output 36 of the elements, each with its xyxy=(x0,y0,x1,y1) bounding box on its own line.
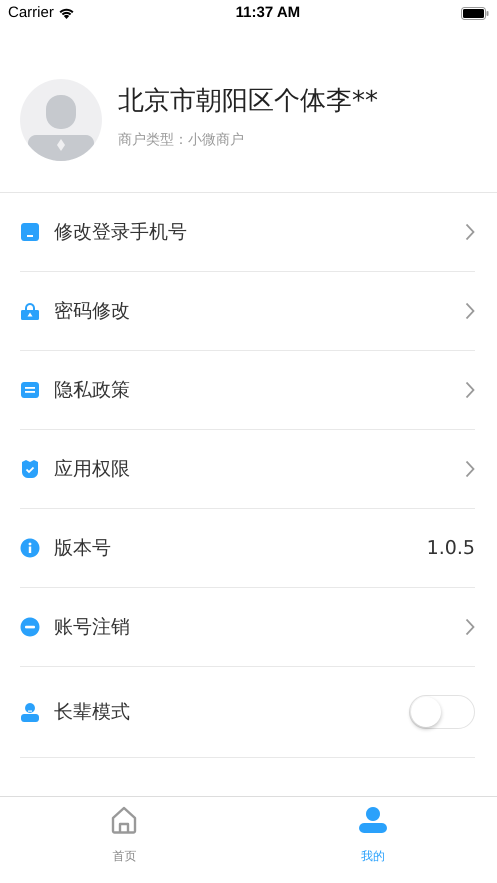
merchant-name: 北京市朝阳区个体李** xyxy=(118,87,378,116)
chevron-right-icon xyxy=(465,302,475,320)
menu-label: 应用权限 xyxy=(54,456,131,482)
menu-label: 修改登录手机号 xyxy=(54,220,188,245)
menu-label: 密码修改 xyxy=(54,298,131,324)
merchant-type: 商户类型：小微商户 xyxy=(118,130,245,150)
menu-item[interactable]: 修改登录手机号 xyxy=(20,193,475,272)
chevron-right-icon xyxy=(465,223,475,241)
toggle-switch[interactable] xyxy=(409,695,475,729)
tab[interactable]: 首页 xyxy=(0,797,248,883)
lock-icon xyxy=(20,301,40,321)
menu-item[interactable]: 长辈模式 xyxy=(20,667,475,758)
menu-item[interactable]: 账号注销 xyxy=(20,588,475,667)
version-number: 1.0.5 xyxy=(426,536,475,561)
chevron-right-icon xyxy=(465,618,475,636)
battery-icon xyxy=(460,6,489,20)
menu-item[interactable]: 隐私政策 xyxy=(20,351,475,430)
menu-label: 版本号 xyxy=(54,536,112,561)
menu-label: 隐私政策 xyxy=(54,378,131,403)
info-icon xyxy=(20,538,40,558)
person-icon xyxy=(20,702,40,722)
document-icon xyxy=(20,380,40,400)
clock-time: 11:37 AM xyxy=(236,2,300,23)
chevron-right-icon xyxy=(465,460,475,478)
menu-item[interactable]: 应用权限 xyxy=(20,430,475,509)
shield-check-icon xyxy=(20,459,40,479)
menu-item[interactable]: 版本号 1.0.5 xyxy=(20,509,475,588)
person-icon xyxy=(358,805,388,835)
chevron-right-icon xyxy=(465,381,475,399)
wifi-icon xyxy=(58,7,75,19)
menu-item[interactable]: 密码修改 xyxy=(20,272,475,351)
phone-icon xyxy=(20,222,40,242)
carrier-label: Carrier xyxy=(8,2,54,23)
menu-label: 账号注销 xyxy=(54,614,131,640)
menu-label: 长辈模式 xyxy=(54,700,131,725)
minus-circle-icon xyxy=(20,617,40,637)
